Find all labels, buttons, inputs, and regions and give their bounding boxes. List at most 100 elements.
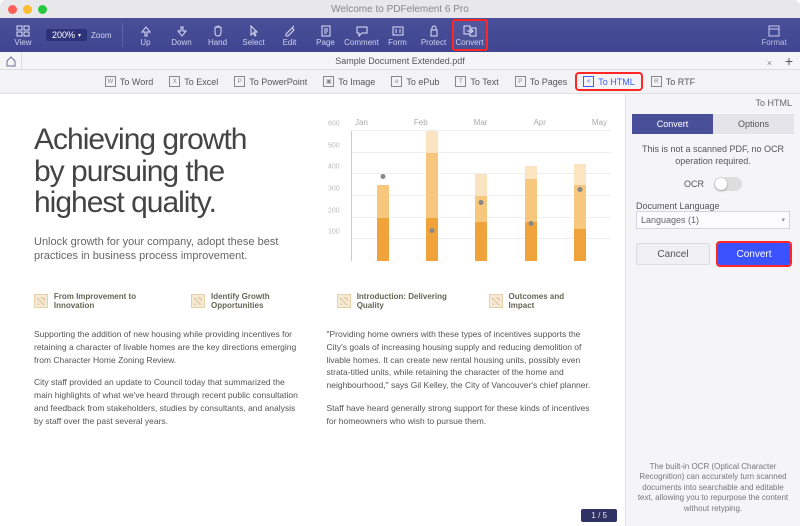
edit-icon — [284, 24, 296, 38]
convert-icon — [463, 24, 477, 38]
ocr-label: OCR — [684, 179, 704, 189]
lock-icon — [428, 24, 440, 38]
up-label: Up — [140, 38, 150, 47]
zoom-tool[interactable]: 200%▾ Zoom — [42, 20, 116, 50]
feature-row: From Improvement to Innovation Identify … — [34, 292, 591, 310]
protect-label: Protect — [421, 38, 446, 47]
page-label: Page — [316, 38, 335, 47]
form-label: Form — [388, 38, 407, 47]
protect-tool[interactable]: Protect — [417, 20, 451, 50]
feature-icon — [489, 294, 503, 308]
feature-item: From Improvement to Innovation — [34, 292, 177, 310]
hand-tool[interactable]: Hand — [201, 20, 235, 50]
to-excel-button[interactable]: XTo Excel — [163, 74, 224, 89]
comment-tool[interactable]: Comment — [345, 20, 379, 50]
edit-label: Edit — [283, 38, 297, 47]
ocr-toggle[interactable] — [714, 177, 742, 191]
image-icon: ▣ — [323, 76, 334, 87]
panel-tabs: Convert Options — [632, 114, 794, 134]
pages-icon: P — [515, 76, 526, 87]
convert-button[interactable]: Convert — [718, 243, 790, 265]
to-epub-button[interactable]: eTo ePub — [385, 74, 445, 89]
view-icon — [16, 24, 30, 38]
down-label: Down — [171, 38, 191, 47]
cursor-icon — [248, 24, 260, 38]
main-toolbar: View 200%▾ Zoom Up Down Hand Select Edit — [0, 18, 800, 52]
new-tab-button[interactable]: + — [778, 53, 800, 69]
chevron-down-icon: ▾ — [781, 216, 785, 224]
to-word-button[interactable]: WTo Word — [99, 74, 159, 89]
panel-tab-options[interactable]: Options — [713, 114, 794, 134]
doc-column: "Providing home owners with these types … — [327, 328, 592, 437]
html-icon: < — [583, 76, 594, 87]
doc-subtitle: Unlock growth for your company, adopt th… — [34, 235, 314, 265]
ocr-toggle-row: OCR — [636, 177, 790, 191]
zoom-value[interactable]: 200%▾ — [46, 29, 87, 41]
select-label: Select — [242, 38, 264, 47]
to-html-button[interactable]: <To HTML — [577, 74, 641, 89]
feature-item: Identify Growth Opportunities — [191, 292, 323, 310]
view-tool[interactable]: View — [6, 20, 40, 50]
text-icon: T — [455, 76, 466, 87]
document-viewport[interactable]: Achieving growth by pursuing the highest… — [0, 94, 625, 526]
up-tool[interactable]: Up — [129, 20, 163, 50]
document-page: Achieving growth by pursuing the highest… — [0, 94, 625, 447]
tab-label: Sample Document Extended.pdf — [335, 56, 465, 66]
format-icon — [767, 24, 781, 38]
document-tabs: Sample Document Extended.pdf × + — [0, 52, 800, 70]
panel-footer-note: The built-in OCR (Optical Character Reco… — [626, 454, 800, 526]
down-tool[interactable]: Down — [165, 20, 199, 50]
ppt-icon: P — [234, 76, 245, 87]
excel-icon: X — [169, 76, 180, 87]
word-icon: W — [105, 76, 116, 87]
panel-message: This is not a scanned PDF, no OCR operat… — [636, 144, 790, 167]
feature-icon — [34, 294, 48, 308]
convert-subtoolbar: WTo Word XTo Excel PTo PowerPoint ▣To Im… — [0, 70, 800, 94]
panel-title: To HTML — [626, 94, 800, 114]
window-titlebar: Welcome to PDFelement 6 Pro — [0, 0, 800, 18]
to-text-button[interactable]: TTo Text — [449, 74, 504, 89]
view-label: View — [14, 38, 31, 47]
convert-tool[interactable]: Convert — [453, 20, 487, 50]
format-tool[interactable]: Format — [754, 20, 794, 50]
cancel-button[interactable]: Cancel — [636, 243, 710, 265]
page-indicator: 1 / 5 — [581, 509, 617, 522]
minimize-window-button[interactable] — [23, 5, 32, 14]
doc-column: Supporting the addition of new housing w… — [34, 328, 299, 437]
arrow-up-icon — [140, 24, 152, 38]
window-controls — [8, 5, 47, 14]
language-select[interactable]: Languages (1) ▾ — [636, 211, 790, 229]
panel-tab-convert[interactable]: Convert — [632, 114, 713, 134]
edit-tool[interactable]: Edit — [273, 20, 307, 50]
feature-item: Outcomes and Impact — [489, 292, 591, 310]
to-image-button[interactable]: ▣To Image — [317, 74, 381, 89]
rtf-icon: R — [651, 76, 662, 87]
to-rtf-button[interactable]: RTo RTF — [645, 74, 701, 89]
close-tab-icon[interactable]: × — [767, 58, 772, 68]
doc-chart: JanFebMarAprMay 100200300400500600 — [351, 118, 611, 278]
feature-icon — [337, 294, 351, 308]
to-pages-button[interactable]: PTo Pages — [509, 74, 574, 89]
convert-panel: To HTML Convert Options This is not a sc… — [625, 94, 800, 526]
to-powerpoint-button[interactable]: PTo PowerPoint — [228, 74, 313, 89]
document-tab[interactable]: Sample Document Extended.pdf × — [22, 56, 778, 66]
convert-label: Convert — [455, 38, 483, 47]
comment-label: Comment — [344, 38, 379, 47]
home-tab[interactable] — [0, 52, 22, 70]
language-label: Document Language — [636, 201, 790, 211]
epub-icon: e — [391, 76, 402, 87]
maximize-window-button[interactable] — [38, 5, 47, 14]
doc-body-columns: Supporting the addition of new housing w… — [34, 328, 591, 437]
close-window-button[interactable] — [8, 5, 17, 14]
hand-label: Hand — [208, 38, 227, 47]
zoom-label: Zoom — [91, 31, 111, 40]
select-tool[interactable]: Select — [237, 20, 271, 50]
form-tool[interactable]: Form — [381, 20, 415, 50]
feature-item: Introduction: Delivering Quality — [337, 292, 475, 310]
format-label: Format — [761, 38, 786, 47]
arrow-down-icon — [176, 24, 188, 38]
hand-icon — [212, 24, 224, 38]
window-title: Welcome to PDFelement 6 Pro — [0, 4, 800, 15]
page-tool[interactable]: Page — [309, 20, 343, 50]
comment-icon — [356, 24, 368, 38]
